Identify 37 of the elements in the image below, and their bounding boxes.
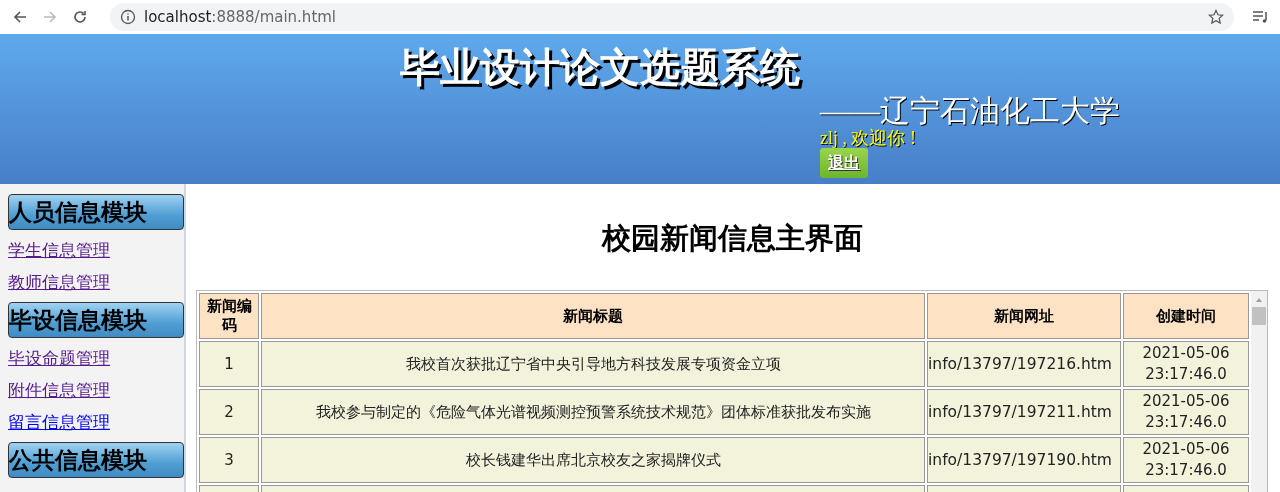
university-name: ——辽宁石油化工大学: [820, 94, 1120, 128]
table-cell: 3: [199, 437, 259, 483]
table-cell: 2021-05-06 23:17:46.0: [1123, 437, 1249, 483]
table-cell: info/13797/197216.htm: [927, 341, 1121, 387]
sidebar-link[interactable]: 毕设命题管理: [8, 346, 110, 370]
table-cell: 2: [199, 389, 259, 435]
table-cell: info/13797/197211.htm: [927, 389, 1121, 435]
sidebar-link[interactable]: 学生信息管理: [8, 238, 110, 262]
info-icon: [120, 9, 136, 25]
table-cell: 校长钱建华出席北京校友之家揭牌仪式: [261, 437, 925, 483]
sidebar-link[interactable]: 教师信息管理: [8, 270, 110, 294]
table-cell: info/13797/197190.htm: [927, 437, 1121, 483]
system-title: 毕业设计论文选题系统: [400, 43, 800, 92]
url-text: localhost:8888/main.html: [144, 8, 338, 26]
table-cell: 我校首次获批辽宁省中央引导地方科技发展专项资金立项: [261, 341, 925, 387]
column-header: 创建时间: [1123, 293, 1249, 339]
media-queue-icon[interactable]: [1252, 9, 1268, 25]
reload-icon[interactable]: [72, 9, 88, 25]
scrollbar[interactable]: [1251, 291, 1267, 492]
column-header: 新闻编码: [199, 293, 259, 339]
module-heading: 人员信息模块: [8, 194, 184, 230]
sidebar-link[interactable]: 附件信息管理: [8, 378, 110, 402]
column-header: 新闻标题: [261, 293, 925, 339]
module-heading: 公共信息模块: [8, 442, 184, 478]
page-heading: 校园新闻信息主界面: [600, 220, 864, 257]
scroll-thumb[interactable]: [1252, 307, 1266, 325]
star-icon[interactable]: [1208, 9, 1224, 25]
welcome-text: zlj , 欢迎你 !: [820, 128, 916, 148]
address-bar[interactable]: localhost:8888/main.html: [110, 3, 1234, 31]
table-cell: 我校参与制定的《危险气体光谱视频测控预警系统技术规范》团体标准获批发布实施: [261, 389, 925, 435]
back-icon[interactable]: [12, 9, 28, 25]
table-cell: 1: [199, 341, 259, 387]
module-heading: 毕设信息模块: [8, 302, 184, 338]
column-header: 新闻网址: [927, 293, 1121, 339]
sidebar-link[interactable]: 留言信息管理: [8, 410, 110, 434]
table-cell: 2021-05-06 23:17:46.0: [1123, 341, 1249, 387]
table-cell: 2021-05-06 23:17:46.0: [1123, 389, 1249, 435]
